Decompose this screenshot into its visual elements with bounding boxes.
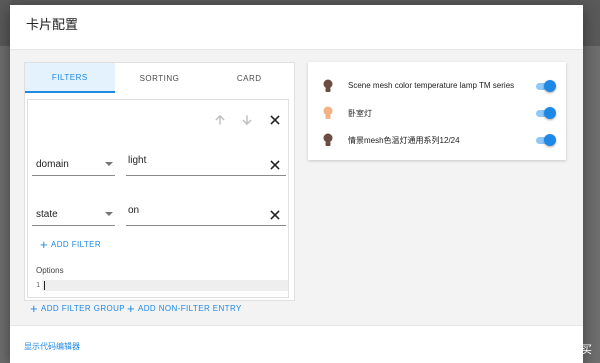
site-watermark: 值 值 什么值得买: [502, 341, 592, 357]
add-non-filter-entry-label: ADD NON-FILTER ENTRY: [138, 304, 242, 313]
move-down-icon[interactable]: [239, 112, 255, 128]
lightbulb-icon: [323, 106, 333, 119]
text-cursor: [44, 281, 45, 290]
show-code-editor-link[interactable]: 显示代码编辑器: [24, 341, 80, 352]
chevron-down-icon: [105, 162, 113, 166]
tab-filters[interactable]: FILTERS: [25, 63, 115, 93]
entity-name: Scene mesh color temperature lamp TM ser…: [348, 81, 515, 90]
add-filter-label: ADD FILTER: [51, 240, 102, 249]
entity-row: 卧室灯: [308, 103, 566, 123]
filter-field-select[interactable]: state: [32, 203, 115, 226]
entity-toggle[interactable]: [534, 107, 556, 119]
card-config-dialog: 卡片配置 FILTERS SORTING CARD domain light s…: [10, 5, 583, 363]
filter-value-input[interactable]: on: [126, 203, 286, 226]
add-filter-group-label: ADD FILTER GROUP: [41, 304, 126, 313]
watermark-logo-icon: 值: [502, 341, 519, 357]
card-editor-panel: FILTERS SORTING CARD domain light state …: [24, 62, 295, 301]
dialog-title: 卡片配置: [26, 17, 79, 32]
plus-icon: +: [127, 300, 135, 316]
tab-sorting[interactable]: SORTING: [115, 63, 205, 93]
toggle-knob: [544, 107, 556, 119]
add-filter-button[interactable]: + ADD FILTER: [40, 236, 102, 252]
entity-toggle[interactable]: [534, 80, 556, 92]
filter-field-value: domain: [36, 159, 69, 170]
entity-toggle[interactable]: [534, 134, 556, 146]
add-non-filter-entry-button[interactable]: + ADD NON-FILTER ENTRY: [127, 300, 242, 316]
plus-icon: +: [30, 300, 38, 316]
entity-row: Scene mesh color temperature lamp TM ser…: [308, 76, 566, 96]
entity-name: 卧室灯: [348, 109, 372, 118]
options-label: Options: [36, 266, 64, 275]
editor-tabs: FILTERS SORTING CARD: [25, 63, 294, 93]
add-filter-group-button[interactable]: + ADD FILTER GROUP: [30, 300, 126, 316]
options-code-editor[interactable]: 1: [36, 280, 288, 291]
entity-filter-preview-card: Scene mesh color temperature lamp TM ser…: [308, 62, 566, 160]
filter-value-input[interactable]: light: [126, 153, 286, 176]
chevron-down-icon: [105, 212, 113, 216]
toggle-knob: [544, 134, 556, 146]
filter-field-value: state: [36, 209, 58, 220]
move-up-icon[interactable]: [212, 112, 228, 128]
remove-filter-close-icon[interactable]: [267, 157, 283, 173]
entity-name: 情景mesh色温灯通用系列12/24: [348, 136, 460, 145]
watermark-text: 值 什么值得买: [522, 344, 592, 356]
entity-row: 情景mesh色温灯通用系列12/24: [308, 130, 566, 150]
lightbulb-icon: [323, 79, 333, 92]
toggle-knob: [544, 80, 556, 92]
lightbulb-icon: [323, 133, 333, 146]
filter-group: domain light state on + ADD FILTER Optio…: [27, 99, 289, 298]
filter-value-text: on: [128, 205, 140, 216]
tab-card[interactable]: CARD: [204, 63, 294, 93]
remove-group-close-icon[interactable]: [267, 112, 283, 128]
remove-filter-close-icon[interactable]: [267, 207, 283, 223]
filter-value-text: light: [128, 155, 147, 166]
plus-icon: +: [40, 236, 48, 252]
dialog-content: FILTERS SORTING CARD domain light state …: [10, 49, 583, 326]
code-line-number: 1: [36, 281, 41, 289]
filter-field-select[interactable]: domain: [32, 153, 115, 176]
